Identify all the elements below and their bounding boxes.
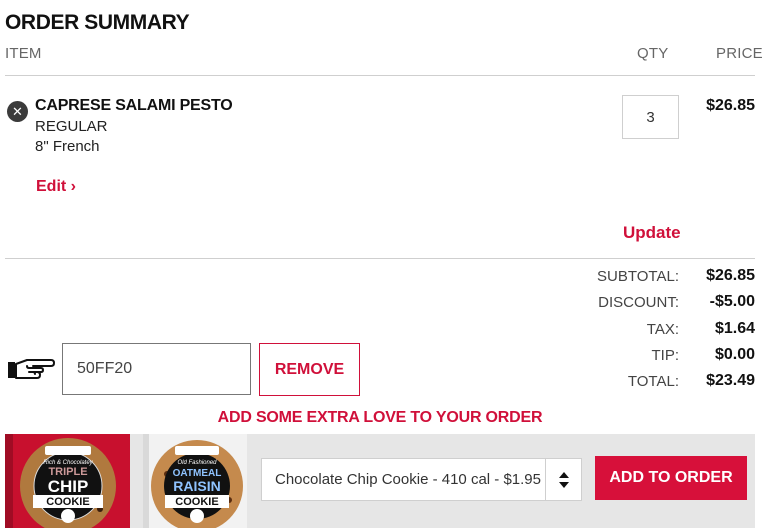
column-header-price: PRICE <box>716 45 763 62</box>
header-divider <box>5 75 755 76</box>
oatmeal-raisin-cookie-image: Old Fashioned OATMEAL RAISIN COOKIE <box>143 434 247 528</box>
cookie-triple-word2: CHIP <box>48 477 89 496</box>
promo-code-value: 50FF20 <box>77 360 133 377</box>
cookie-select-dropdown[interactable]: Chocolate Chip Cookie - 410 cal - $1.95 <box>261 458 582 501</box>
item-price: $26.85 <box>706 97 755 114</box>
update-button[interactable]: Update <box>623 223 681 243</box>
cookie-oatmeal-word3: COOKIE <box>175 496 218 508</box>
column-header-qty: QTY <box>637 45 669 62</box>
promo-code-input[interactable]: 50FF20 <box>62 343 251 395</box>
cookie-oatmeal-topline: Old Fashioned <box>177 460 217 466</box>
tip-value: $0.00 <box>714 346 755 363</box>
remove-item-close-icon[interactable]: ✕ <box>7 101 28 122</box>
discount-label: DISCOUNT: <box>598 294 679 311</box>
tax-value: $1.64 <box>714 320 755 337</box>
quantity-input[interactable]: 3 <box>622 95 679 139</box>
discount-value: -$5.00 <box>709 293 755 310</box>
item-bread: 8" French <box>35 138 100 155</box>
add-to-order-button[interactable]: ADD TO ORDER <box>595 456 747 500</box>
pointing-hand-icon <box>8 359 55 379</box>
total-value: $23.49 <box>706 372 755 389</box>
subtotal-label: SUBTOTAL: <box>597 268 679 285</box>
order-summary-title: ORDER SUMMARY <box>5 11 190 34</box>
edit-item-link[interactable]: Edit › <box>36 178 76 196</box>
item-name: CAPRESE SALAMI PESTO <box>35 97 233 114</box>
tax-label: TAX: <box>646 321 679 338</box>
chevron-up-down-icon <box>545 459 581 500</box>
tip-label: TIP: <box>651 347 679 364</box>
triple-chip-cookie-image: Rich & Chocolatey TRIPLE CHIP COOKIE <box>5 434 130 528</box>
cookie-select-value: Chocolate Chip Cookie - 410 cal - $1.95 <box>275 471 541 488</box>
total-label: TOTAL: <box>627 373 679 390</box>
column-header-item: ITEM <box>5 45 42 62</box>
item-size: REGULAR <box>35 118 108 135</box>
totals-divider <box>5 258 755 259</box>
subtotal-value: $26.85 <box>706 267 755 284</box>
remove-promo-button[interactable]: REMOVE <box>259 343 360 396</box>
cookie-triple-word3: COOKIE <box>46 496 89 508</box>
upsell-heading: ADD SOME EXTRA LOVE TO YOUR ORDER <box>217 409 543 426</box>
cookie-oatmeal-word2: RAISIN <box>173 478 220 494</box>
